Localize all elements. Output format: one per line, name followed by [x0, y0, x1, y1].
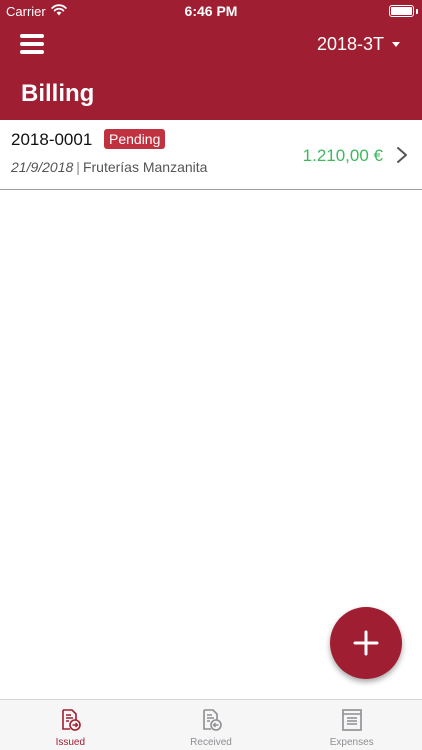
caret-down-icon [392, 42, 400, 47]
invoice-list: 2018-0001 Pending 21/9/2018 | Fruterías Ma… [0, 120, 422, 190]
status-bar: Carrier 6:46 PM [0, 0, 422, 22]
plus-icon [353, 630, 379, 656]
invoice-number: 2018-0001 [11, 130, 93, 149]
tab-label: Received [190, 737, 232, 748]
tab-expenses[interactable]: Expenses [281, 700, 422, 750]
billing-screen: Carrier 6:46 PM 2018-3T Billing 2018-000… [0, 0, 422, 750]
period-selector[interactable]: 2018-3T [317, 34, 400, 55]
tab-received[interactable]: Received [141, 700, 282, 750]
tab-bar: Issued Received Expenses [0, 699, 422, 750]
invoice-issued-icon [62, 709, 82, 731]
add-invoice-button[interactable] [330, 607, 402, 679]
battery-tip [416, 9, 418, 14]
expenses-icon [341, 709, 362, 731]
status-badge: Pending [104, 129, 166, 149]
tab-issued[interactable]: Issued [0, 700, 141, 750]
period-label: 2018-3T [316, 34, 384, 54]
invoice-received-icon [203, 709, 222, 731]
invoice-meta: 21/9/2018 | Fruterías Manzanita [11, 159, 208, 175]
invoice-client: Fruterías Manzanita [82, 159, 208, 175]
page-title: Billing [21, 80, 95, 107]
battery-icon [389, 5, 414, 17]
invoice-row[interactable]: 2018-0001 Pending 21/9/2018 | Fruterías Ma… [0, 120, 422, 190]
status-time: 6:46 PM [184, 3, 238, 19]
app-header: 2018-3T Billing [0, 22, 422, 120]
menu-button[interactable] [20, 34, 44, 54]
invoice-date: 21/9/2018 [11, 159, 74, 175]
invoice-amount: 1.210,00 € [302, 146, 383, 165]
tab-label: Issued [55, 737, 86, 748]
chevron-right-icon [397, 147, 407, 163]
tab-label: Expenses [329, 737, 374, 748]
